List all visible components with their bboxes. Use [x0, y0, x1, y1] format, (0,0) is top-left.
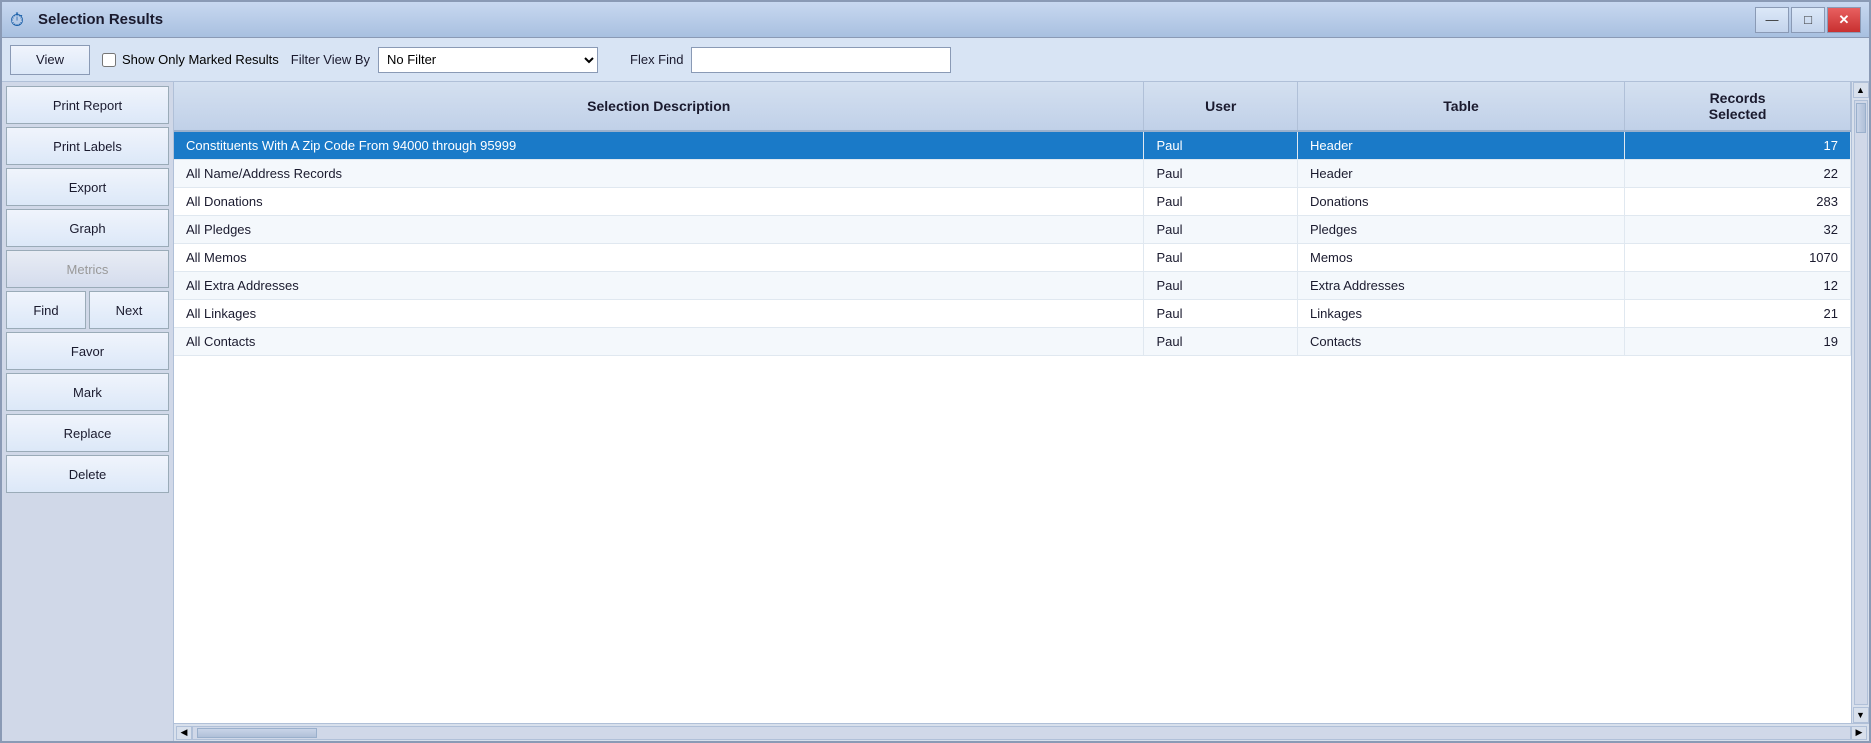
- table-row[interactable]: Constituents With A Zip Code From 94000 …: [174, 131, 1851, 160]
- horizontal-scrollbar[interactable]: ◀ ▶: [174, 723, 1869, 741]
- cell-table: Header: [1297, 131, 1624, 160]
- title-bar: ⏱ Selection Results — □ ✕: [2, 2, 1869, 38]
- cell-table: Extra Addresses: [1297, 272, 1624, 300]
- title-buttons: — □ ✕: [1755, 7, 1861, 33]
- cell-table: Linkages: [1297, 300, 1624, 328]
- show-only-marked-checkbox[interactable]: [102, 53, 116, 67]
- cell-user: Paul: [1144, 272, 1298, 300]
- cell-description: All Memos: [174, 244, 1144, 272]
- next-button[interactable]: Next: [89, 291, 169, 329]
- filter-select[interactable]: No Filter: [378, 47, 598, 73]
- cell-description: All Donations: [174, 188, 1144, 216]
- flex-find-label: Flex Find: [630, 52, 683, 67]
- minimize-button[interactable]: —: [1755, 7, 1789, 33]
- flex-find-input[interactable]: [691, 47, 951, 73]
- show-only-marked-container: Show Only Marked Results: [102, 52, 279, 67]
- filter-view-by-label: Filter View By: [291, 52, 370, 67]
- table-container[interactable]: Selection Description User Table Records…: [174, 82, 1851, 723]
- cell-table: Donations: [1297, 188, 1624, 216]
- close-button[interactable]: ✕: [1827, 7, 1861, 33]
- cell-records: 21: [1625, 300, 1851, 328]
- export-button[interactable]: Export: [6, 168, 169, 206]
- col-records-selected: RecordsSelected: [1625, 82, 1851, 131]
- table-row[interactable]: All Name/Address RecordsPaulHeader22: [174, 160, 1851, 188]
- cell-user: Paul: [1144, 300, 1298, 328]
- maximize-button[interactable]: □: [1791, 7, 1825, 33]
- toolbar: View Show Only Marked Results Filter Vie…: [2, 38, 1869, 82]
- table-header-row: Selection Description User Table Records…: [174, 82, 1851, 131]
- filter-section: Filter View By No Filter: [291, 47, 598, 73]
- cell-description: All Pledges: [174, 216, 1144, 244]
- print-report-button[interactable]: Print Report: [6, 86, 169, 124]
- cell-user: Paul: [1144, 131, 1298, 160]
- table-row[interactable]: All MemosPaulMemos1070: [174, 244, 1851, 272]
- cell-user: Paul: [1144, 328, 1298, 356]
- delete-button[interactable]: Delete: [6, 455, 169, 493]
- table-row[interactable]: All ContactsPaulContacts19: [174, 328, 1851, 356]
- cell-user: Paul: [1144, 188, 1298, 216]
- scroll-up-button[interactable]: ▲: [1853, 82, 1869, 98]
- flex-find-section: Flex Find: [630, 47, 951, 73]
- cell-description: Constituents With A Zip Code From 94000 …: [174, 131, 1144, 160]
- col-selection-description: Selection Description: [174, 82, 1144, 131]
- main-content: Print Report Print Labels Export Graph M…: [2, 82, 1869, 741]
- cell-records: 1070: [1625, 244, 1851, 272]
- table-row[interactable]: All LinkagesPaulLinkages21: [174, 300, 1851, 328]
- cell-records: 283: [1625, 188, 1851, 216]
- print-labels-button[interactable]: Print Labels: [6, 127, 169, 165]
- col-user: User: [1144, 82, 1298, 131]
- title-bar-left: ⏱ Selection Results: [10, 10, 163, 30]
- cell-table: Memos: [1297, 244, 1624, 272]
- scroll-v-track[interactable]: [1854, 100, 1868, 705]
- scroll-h-track[interactable]: [192, 726, 1851, 740]
- sidebar: Print Report Print Labels Export Graph M…: [2, 82, 174, 741]
- show-only-marked-label: Show Only Marked Results: [122, 52, 279, 67]
- table-row[interactable]: All DonationsPaulDonations283: [174, 188, 1851, 216]
- view-button[interactable]: View: [10, 45, 90, 75]
- table-row[interactable]: All Extra AddressesPaulExtra Addresses12: [174, 272, 1851, 300]
- cell-user: Paul: [1144, 160, 1298, 188]
- scroll-right-button[interactable]: ▶: [1851, 726, 1867, 740]
- cell-description: All Linkages: [174, 300, 1144, 328]
- metrics-button[interactable]: Metrics: [6, 250, 169, 288]
- cell-table: Pledges: [1297, 216, 1624, 244]
- scroll-left-button[interactable]: ◀: [176, 726, 192, 740]
- scroll-h-thumb[interactable]: [197, 728, 317, 738]
- data-area: Selection Description User Table Records…: [174, 82, 1869, 741]
- cell-user: Paul: [1144, 244, 1298, 272]
- scroll-v-thumb[interactable]: [1856, 103, 1866, 133]
- results-table: Selection Description User Table Records…: [174, 82, 1851, 356]
- vertical-scrollbar[interactable]: ▲ ▼: [1851, 82, 1869, 723]
- cell-records: 32: [1625, 216, 1851, 244]
- cell-records: 22: [1625, 160, 1851, 188]
- cell-records: 19: [1625, 328, 1851, 356]
- cell-table: Header: [1297, 160, 1624, 188]
- main-window: ⏱ Selection Results — □ ✕ View Show Only…: [0, 0, 1871, 743]
- table-row[interactable]: All PledgesPaulPledges32: [174, 216, 1851, 244]
- cell-user: Paul: [1144, 216, 1298, 244]
- cell-description: All Extra Addresses: [174, 272, 1144, 300]
- window-title: Selection Results: [38, 11, 163, 28]
- table-with-scrollbar: Selection Description User Table Records…: [174, 82, 1869, 723]
- favor-button[interactable]: Favor: [6, 332, 169, 370]
- cell-table: Contacts: [1297, 328, 1624, 356]
- scroll-down-button[interactable]: ▼: [1853, 707, 1869, 723]
- cell-description: All Name/Address Records: [174, 160, 1144, 188]
- find-next-row: Find Next: [6, 291, 169, 329]
- mark-button[interactable]: Mark: [6, 373, 169, 411]
- cell-description: All Contacts: [174, 328, 1144, 356]
- window-icon: ⏱: [10, 10, 30, 30]
- find-button[interactable]: Find: [6, 291, 86, 329]
- graph-button[interactable]: Graph: [6, 209, 169, 247]
- replace-button[interactable]: Replace: [6, 414, 169, 452]
- col-table: Table: [1297, 82, 1624, 131]
- cell-records: 17: [1625, 131, 1851, 160]
- cell-records: 12: [1625, 272, 1851, 300]
